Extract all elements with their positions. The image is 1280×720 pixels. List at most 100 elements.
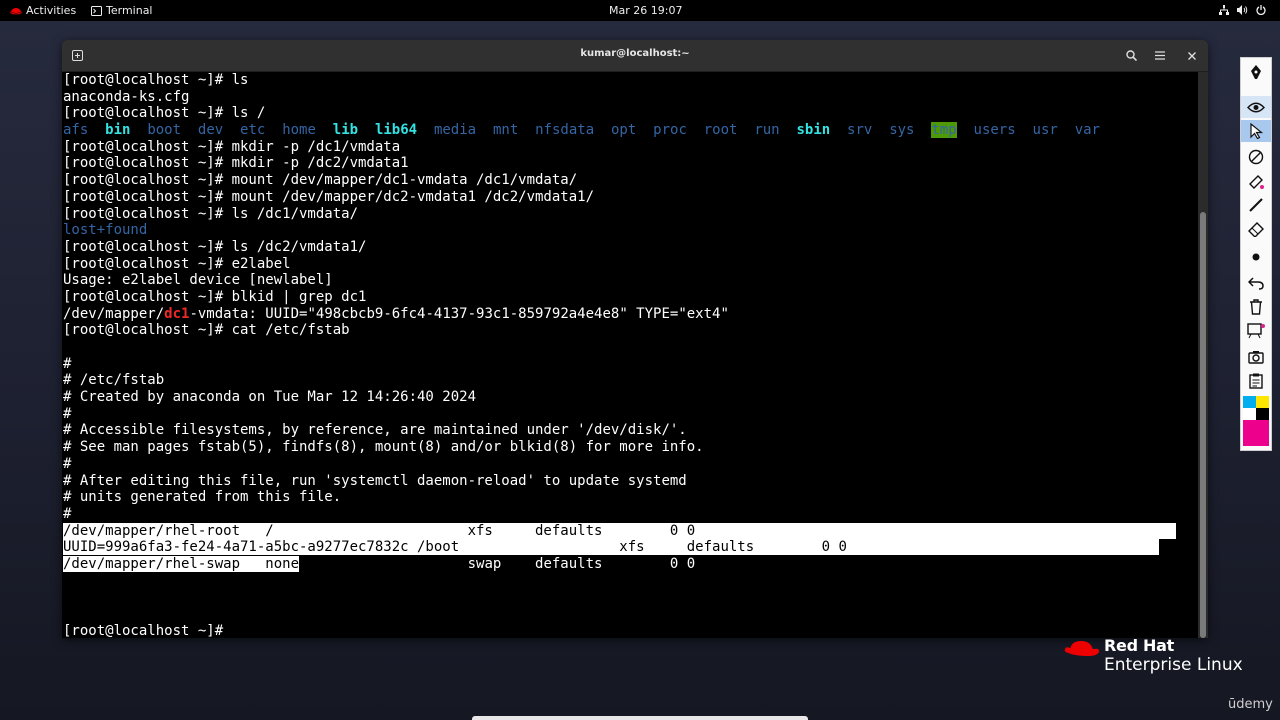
menu-button[interactable]: [1150, 46, 1169, 65]
terminal-text: users: [973, 122, 1016, 139]
terminal-line: [root@localhost ~]# ls: [63, 72, 1176, 89]
terminal-text: bin: [105, 122, 131, 139]
terminal-text: [root@localhost ~]# mkdir -p /dc1/vmdata: [63, 138, 401, 155]
terminal-line: #: [63, 506, 1176, 523]
terminal-text: run: [754, 122, 780, 139]
terminal-text: opt: [611, 122, 637, 139]
terminal-text: [root@localhost ~]# e2label: [63, 255, 291, 272]
terminal-line: afs bin boot dev etc home lib lib64 medi…: [63, 122, 1176, 139]
terminal-text: lib: [332, 122, 359, 139]
line-icon[interactable]: [1241, 194, 1271, 216]
color-palette-icon[interactable]: [1243, 396, 1269, 446]
whiteboard-icon[interactable]: [1241, 320, 1271, 342]
search-button[interactable]: [1122, 46, 1141, 65]
terminal-text: lost+found: [63, 222, 148, 239]
terminal-line: Usage: e2label device [newlabel]: [63, 272, 1176, 289]
power-icon: [1256, 5, 1266, 15]
dock-hint: [472, 716, 808, 720]
terminal-line: anaconda-ks.cfg: [63, 89, 1176, 106]
pointer-icon[interactable]: [1241, 120, 1271, 142]
terminal-text: root: [703, 122, 738, 139]
eraser-icon[interactable]: [1241, 218, 1271, 240]
no-draw-icon[interactable]: [1241, 146, 1271, 168]
window-titlebar[interactable]: kumar@localhost:~: [62, 40, 1208, 72]
terminal-line: #: [63, 456, 1176, 473]
terminal-text: [root@localhost ~]# ls /: [63, 105, 266, 122]
terminal-text: sbin: [796, 122, 831, 139]
network-icon: [1219, 5, 1229, 15]
terminal-line: [root@localhost ~]# mount /dev/mapper/dc…: [63, 189, 1176, 206]
clipboard-icon[interactable]: [1241, 370, 1271, 392]
trash-icon[interactable]: [1241, 296, 1271, 318]
close-button[interactable]: [1182, 46, 1201, 65]
clock[interactable]: Mar 26 19:07: [609, 4, 682, 17]
terminal-text: [root@localhost ~]# ls /dc2/vmdata1/: [63, 238, 367, 255]
terminal-text: # units generated from this file.: [63, 489, 342, 506]
terminal-line: lost+found: [63, 222, 1176, 239]
terminal-text: # After editing this file, run 'systemct…: [63, 472, 687, 489]
gnome-top-bar: Activities Terminal Mar 26 19:07: [0, 0, 1280, 21]
terminal-output[interactable]: [root@localhost ~]# ls anaconda-ks.cfg [ro…: [62, 72, 1198, 638]
terminal-line: [root@localhost ~]# ls /dc2/vmdata1/: [63, 239, 1176, 256]
redhat-logo-line2: Enterprise Linux: [1104, 655, 1243, 675]
terminal-line: [root@localhost ~]# ls /dc1/vmdata/: [63, 206, 1176, 223]
terminal-text: [root@localhost ~]#: [63, 622, 232, 638]
terminal-line: [root@localhost ~]#: [63, 623, 1176, 638]
window-title: kumar@localhost:~: [580, 48, 690, 59]
terminal-line: [root@localhost ~]# blkid | grep dc1: [63, 289, 1176, 306]
terminal-text: [root@localhost ~]# blkid | grep dc1: [63, 288, 367, 305]
terminal-text: /dev/mapper/rhel-root / xfs defaults 0 0: [63, 522, 1176, 539]
terminal-window[interactable]: kumar@localhost:~ [root@localhost ~]# ls…: [62, 40, 1208, 638]
terminal-text: UUID=999a6fa3-fe24-4a71-a5bc-a9277ec7832…: [63, 539, 1159, 556]
highlighter-icon[interactable]: [1241, 170, 1271, 192]
terminal-text: var: [1074, 122, 1100, 139]
terminal-text: lib64: [374, 122, 418, 139]
terminal-text: afs: [63, 122, 89, 139]
terminal-text: Usage: e2label device [newlabel]: [63, 272, 333, 289]
camera-icon[interactable]: [1241, 346, 1271, 368]
scrollbar-thumb[interactable]: [1200, 212, 1206, 638]
terminal-line: # See man pages fstab(5), findfs(8), mou…: [63, 439, 1176, 456]
terminal-text: -vmdata: UUID="498cbcb9-6fc4-4137-93c1-8…: [189, 305, 729, 322]
undo-icon[interactable]: [1241, 272, 1271, 294]
terminal-line: # units generated from this file.: [63, 489, 1176, 506]
terminal-line: /dev/mapper/rhel-swap none swap defaults…: [63, 555, 1176, 573]
terminal-text: boot: [147, 122, 182, 139]
app-menu-terminal[interactable]: Terminal: [91, 4, 153, 17]
activities-button[interactable]: Activities: [10, 4, 76, 17]
dot-icon[interactable]: [1241, 246, 1271, 268]
terminal-text: #: [63, 455, 72, 472]
terminal-line: /dev/mapper/dc1-vmdata: UUID="498cbcb9-6…: [63, 306, 1176, 323]
terminal-text: sys: [889, 122, 915, 139]
terminal-text: # See man pages fstab(5), findfs(8), mou…: [63, 439, 704, 456]
terminal-scrollbar[interactable]: [1198, 72, 1208, 638]
terminal-text: [root@localhost ~]# mkdir -p /dc2/vmdata…: [63, 155, 409, 172]
terminal-text: [root@localhost ~]# cat /etc/fstab: [63, 322, 350, 339]
pen-icon[interactable]: [1241, 62, 1271, 84]
system-tray[interactable]: [1219, 5, 1266, 15]
terminal-text: dev: [197, 122, 224, 139]
terminal-text: dc1: [164, 305, 190, 322]
eye-icon[interactable]: [1241, 96, 1271, 118]
